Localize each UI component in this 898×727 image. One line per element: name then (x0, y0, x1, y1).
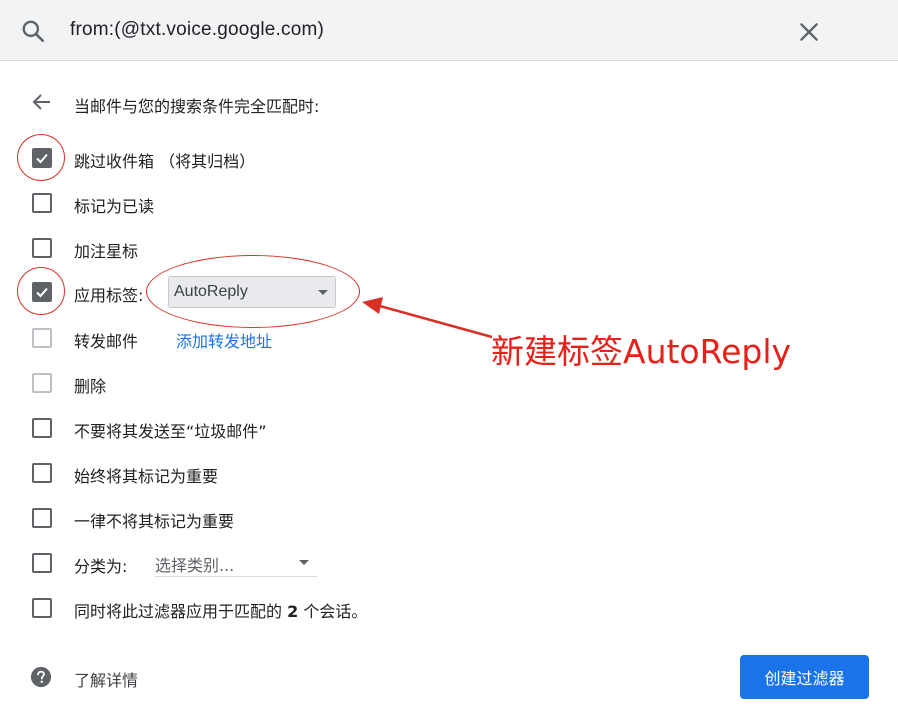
option-star: 加注星标 (0, 230, 898, 266)
search-bar: from:(@txt.voice.google.com) (0, 0, 898, 61)
delete-checkbox[interactable] (32, 373, 52, 393)
option-never-spam: 不要将其发送至“垃圾邮件” (0, 410, 898, 446)
close-icon[interactable] (796, 19, 822, 45)
categorize-checkbox[interactable] (32, 553, 52, 573)
annotation-circle-skip-inbox (17, 134, 65, 181)
option-also-apply: 同时将此过滤器应用于匹配的 2 个会话。 (0, 590, 898, 626)
never-important-checkbox[interactable] (32, 508, 52, 528)
annotation-ellipse-label-select (146, 255, 360, 328)
always-important-label: 始终将其标记为重要 (74, 467, 219, 486)
category-select-value: 选择类别... (155, 556, 235, 575)
apply-label-label: 应用标签: (74, 286, 144, 305)
search-input[interactable]: from:(@txt.voice.google.com) (70, 19, 324, 41)
arrow-left-icon[interactable] (30, 90, 54, 114)
never-spam-checkbox[interactable] (32, 418, 52, 438)
match-count: 2 (287, 602, 299, 621)
star-label: 加注星标 (74, 242, 139, 261)
add-forwarding-address-link[interactable]: 添加转发地址 (176, 328, 272, 352)
annotation-circle-apply-label (17, 267, 65, 315)
search-icon[interactable] (20, 18, 46, 44)
skip-inbox-label: 跳过收件箱 （将其归档） (74, 152, 256, 171)
categorize-label: 分类为: (74, 557, 128, 576)
forward-checkbox[interactable] (32, 328, 52, 348)
annotation-text: 新建标签AutoReply (491, 332, 792, 371)
option-skip-inbox: 跳过收件箱 （将其归档） (0, 140, 898, 176)
never-spam-label: 不要将其发送至“垃圾邮件” (74, 422, 267, 441)
option-apply-label: 应用标签: (0, 274, 898, 310)
learn-more-link[interactable]: 了解详情 (74, 667, 138, 691)
always-important-checkbox[interactable] (32, 463, 52, 483)
mark-read-checkbox[interactable] (32, 193, 52, 213)
option-never-important: 一律不将其标记为重要 (0, 500, 898, 536)
delete-label: 删除 (74, 377, 107, 396)
filter-heading: 当邮件与您的搜索条件完全匹配时: (74, 97, 320, 116)
forward-label: 转发邮件 (74, 332, 139, 351)
also-apply-prefix: 同时将此过滤器应用于匹配的 (74, 602, 288, 621)
also-apply-label: 同时将此过滤器应用于匹配的 2 个会话。 (74, 598, 367, 622)
help-circle-icon[interactable] (30, 666, 52, 688)
never-important-label: 一律不将其标记为重要 (74, 512, 235, 531)
mark-read-label: 标记为已读 (74, 197, 155, 216)
option-always-important: 始终将其标记为重要 (0, 455, 898, 491)
create-filter-button[interactable]: 创建过滤器 (740, 655, 869, 699)
option-categorize: 分类为: (0, 545, 898, 581)
also-apply-suffix: 个会话。 (298, 602, 368, 621)
star-checkbox[interactable] (32, 238, 52, 258)
also-apply-checkbox[interactable] (32, 598, 52, 618)
chevron-down-icon (299, 560, 309, 565)
option-mark-read: 标记为已读 (0, 185, 898, 221)
category-select[interactable]: 选择类别... (155, 552, 317, 577)
